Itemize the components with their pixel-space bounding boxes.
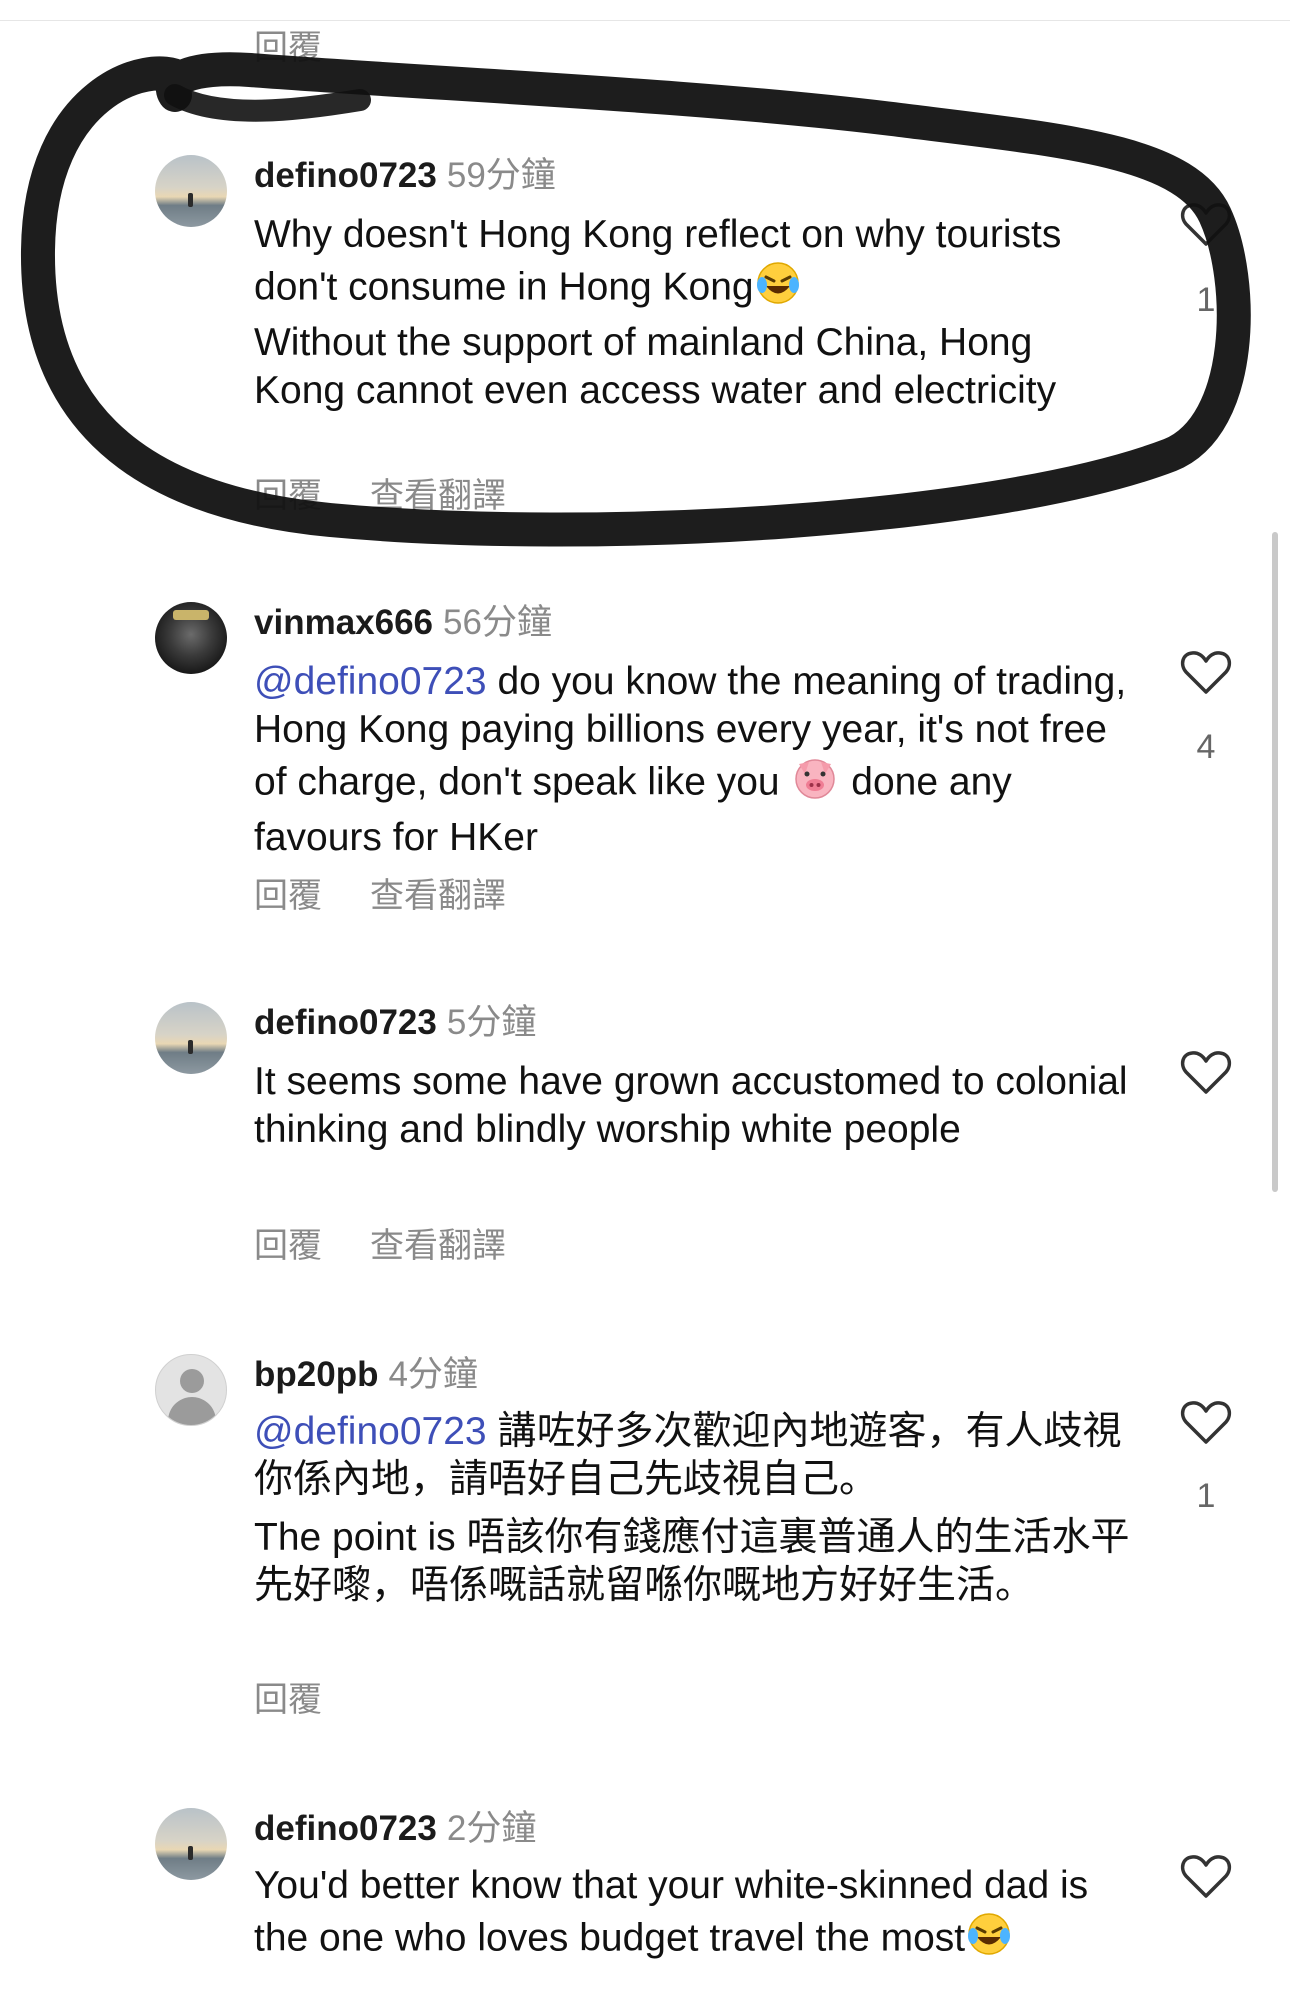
see-translation-button[interactable]: 查看翻譯: [370, 877, 506, 915]
heart-icon[interactable]: [1180, 648, 1232, 696]
comment-text: @defino0723 講咗好多次歡迎內地遊客，有人歧視你係內地，請唔好自己先歧…: [254, 1408, 1134, 1610]
comment-body-2: Without the support of mainland China, H…: [254, 321, 1057, 412]
heart-icon[interactable]: [1180, 1398, 1232, 1446]
comment-actions: 回覆 查看翻譯: [254, 476, 554, 516]
comment-actions: 回覆 查看翻譯: [254, 1226, 554, 1266]
mention-link[interactable]: @defino0723: [254, 660, 487, 703]
comment-body: Why doesn't Hong Kong reflect on why tou…: [254, 213, 1062, 309]
comment-text: @defino0723 do you know the meaning of t…: [254, 658, 1134, 862]
username[interactable]: defino0723: [254, 156, 437, 195]
timestamp: 56分鐘: [443, 603, 552, 642]
top-divider: [0, 20, 1290, 21]
avatar[interactable]: [155, 1354, 227, 1426]
comment-text: You'd better know that your white-skinne…: [254, 1862, 1134, 1970]
pig-emoji-icon: [790, 754, 840, 814]
see-translation-button[interactable]: 查看翻譯: [370, 477, 506, 515]
timestamp: 2分鐘: [446, 1809, 537, 1848]
comment-text: Why doesn't Hong Kong reflect on why tou…: [254, 211, 1134, 415]
comment-body-2: The point is 唔該你有錢應付這裏普通人的生活水平先好嚟，唔係嘅話就留…: [254, 1516, 1130, 1607]
avatar[interactable]: [155, 1808, 227, 1880]
timestamp: 59分鐘: [446, 156, 556, 195]
comment-meta: bp20pb 4分鐘: [254, 1354, 478, 1396]
comment-meta: vinmax666 56分鐘: [254, 602, 552, 644]
comment-actions: 回覆: [254, 1680, 370, 1720]
reply-button[interactable]: 回覆: [254, 477, 322, 515]
like-count: 1: [1196, 281, 1216, 319]
mention-link[interactable]: @defino0723: [254, 1410, 487, 1453]
avatar[interactable]: [155, 602, 227, 674]
avatar[interactable]: [155, 155, 227, 227]
comment-text: It seems some have grown accustomed to c…: [254, 1058, 1134, 1154]
heart-icon[interactable]: [1180, 1048, 1232, 1096]
username[interactable]: defino0723: [254, 1809, 437, 1848]
heart-icon[interactable]: [1180, 200, 1232, 248]
comment-body: It seems some have grown accustomed to c…: [254, 1060, 1128, 1151]
laughing-tears-emoji-icon: [754, 259, 802, 319]
comment-meta: defino0723 5分鐘: [254, 1002, 536, 1044]
timestamp: 4分鐘: [388, 1355, 478, 1394]
username[interactable]: defino0723: [254, 1003, 437, 1042]
timestamp: 5分鐘: [446, 1003, 537, 1042]
heart-icon[interactable]: [1180, 1852, 1232, 1900]
avatar[interactable]: [155, 1002, 227, 1074]
username[interactable]: bp20pb: [254, 1355, 378, 1394]
username[interactable]: vinmax666: [254, 603, 433, 642]
comment-meta: defino0723 2分鐘: [254, 1808, 536, 1850]
comment-meta: defino0723 59分鐘: [254, 155, 556, 197]
like-count: 1: [1196, 1477, 1216, 1515]
reply-button[interactable]: 回覆: [254, 877, 322, 915]
see-translation-button[interactable]: 查看翻譯: [370, 1227, 506, 1265]
comment-actions: 回覆 查看翻譯: [254, 876, 554, 916]
laughing-tears-emoji-icon: [965, 1910, 1013, 1970]
scrollbar[interactable]: [1272, 532, 1278, 1192]
reply-button[interactable]: 回覆: [254, 1227, 322, 1265]
comment-body: You'd better know that your white-skinne…: [254, 1864, 1089, 1960]
reply-button[interactable]: 回覆: [254, 1681, 322, 1719]
reply-button[interactable]: 回覆: [254, 28, 322, 68]
like-count: 4: [1196, 728, 1216, 766]
